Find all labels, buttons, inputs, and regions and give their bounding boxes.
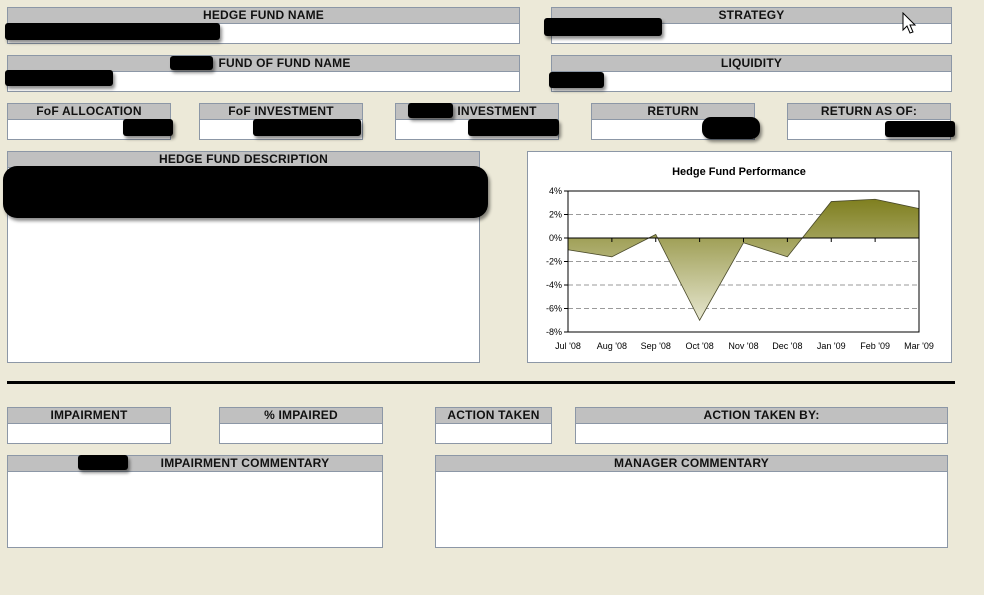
redaction-block <box>253 119 361 136</box>
x-tick-label: Aug '08 <box>597 341 627 351</box>
action-taken-by-label: ACTION TAKEN BY: <box>576 408 947 424</box>
impairment-commentary-field[interactable]: IMPAIRMENT COMMENTARY <box>7 455 383 548</box>
x-tick-label: Oct '08 <box>686 341 714 351</box>
x-tick-label: Jan '09 <box>817 341 846 351</box>
y-tick-label: -8% <box>546 327 562 337</box>
performance-chart-svg: Hedge Fund Performance 4% 2% 0% -2% -4% -6% -8… <box>546 166 934 351</box>
manager-commentary-label: MANAGER COMMENTARY <box>436 456 947 472</box>
redaction-block <box>170 56 213 70</box>
mouse-pointer-icon <box>902 12 917 34</box>
liquidity-field[interactable]: LIQUIDITY <box>551 55 952 92</box>
y-tick-label: 4% <box>549 186 562 196</box>
impairment-field[interactable]: IMPAIRMENT <box>7 407 171 444</box>
hedge-fund-performance-chart: Hedge Fund Performance 4% 2% 0% -2% -4% -6% -8… <box>527 151 952 363</box>
redaction-block <box>702 117 760 139</box>
hedge-fund-name-label: HEDGE FUND NAME <box>8 8 519 24</box>
manager-commentary-field[interactable]: MANAGER COMMENTARY <box>435 455 948 548</box>
redaction-block <box>885 121 955 137</box>
impairment-label: IMPAIRMENT <box>8 408 170 424</box>
return-as-of-label: RETURN AS OF: <box>788 104 950 120</box>
redaction-block <box>78 455 128 470</box>
action-taken-by-field[interactable]: ACTION TAKEN BY: <box>575 407 948 444</box>
action-taken-label: ACTION TAKEN <box>436 408 551 424</box>
redaction-block <box>408 103 453 118</box>
redaction-block <box>3 166 488 218</box>
y-tick-label: -4% <box>546 280 562 290</box>
redaction-block <box>544 18 662 36</box>
section-divider <box>7 381 955 384</box>
fof-allocation-label: FoF ALLOCATION <box>8 104 170 120</box>
y-tick-label: 2% <box>549 210 562 220</box>
pct-impaired-label: % IMPAIRED <box>220 408 382 424</box>
performance-area-series <box>567 198 920 322</box>
liquidity-label: LIQUIDITY <box>552 56 951 72</box>
x-tick-label: Sep '08 <box>641 341 671 351</box>
redaction-block <box>468 119 559 136</box>
redaction-block <box>549 72 604 88</box>
x-tick-label: Jul '08 <box>555 341 581 351</box>
redaction-block <box>5 23 220 40</box>
x-tick-label: Feb '09 <box>860 341 890 351</box>
redaction-block <box>5 70 113 86</box>
pct-impaired-field[interactable]: % IMPAIRED <box>219 407 383 444</box>
x-tick-label: Dec '08 <box>772 341 802 351</box>
x-tick-label: Mar '09 <box>904 341 934 351</box>
y-tick-label: 0% <box>549 233 562 243</box>
chart-title: Hedge Fund Performance <box>672 166 806 178</box>
redaction-block <box>123 119 173 136</box>
action-taken-field[interactable]: ACTION TAKEN <box>435 407 552 444</box>
x-tick-label: Nov '08 <box>728 341 758 351</box>
impairment-commentary-label: IMPAIRMENT COMMENTARY <box>8 456 382 472</box>
y-tick-label: -6% <box>546 304 562 314</box>
fof-investment-label: FoF INVESTMENT <box>200 104 362 120</box>
y-tick-label: -2% <box>546 257 562 267</box>
